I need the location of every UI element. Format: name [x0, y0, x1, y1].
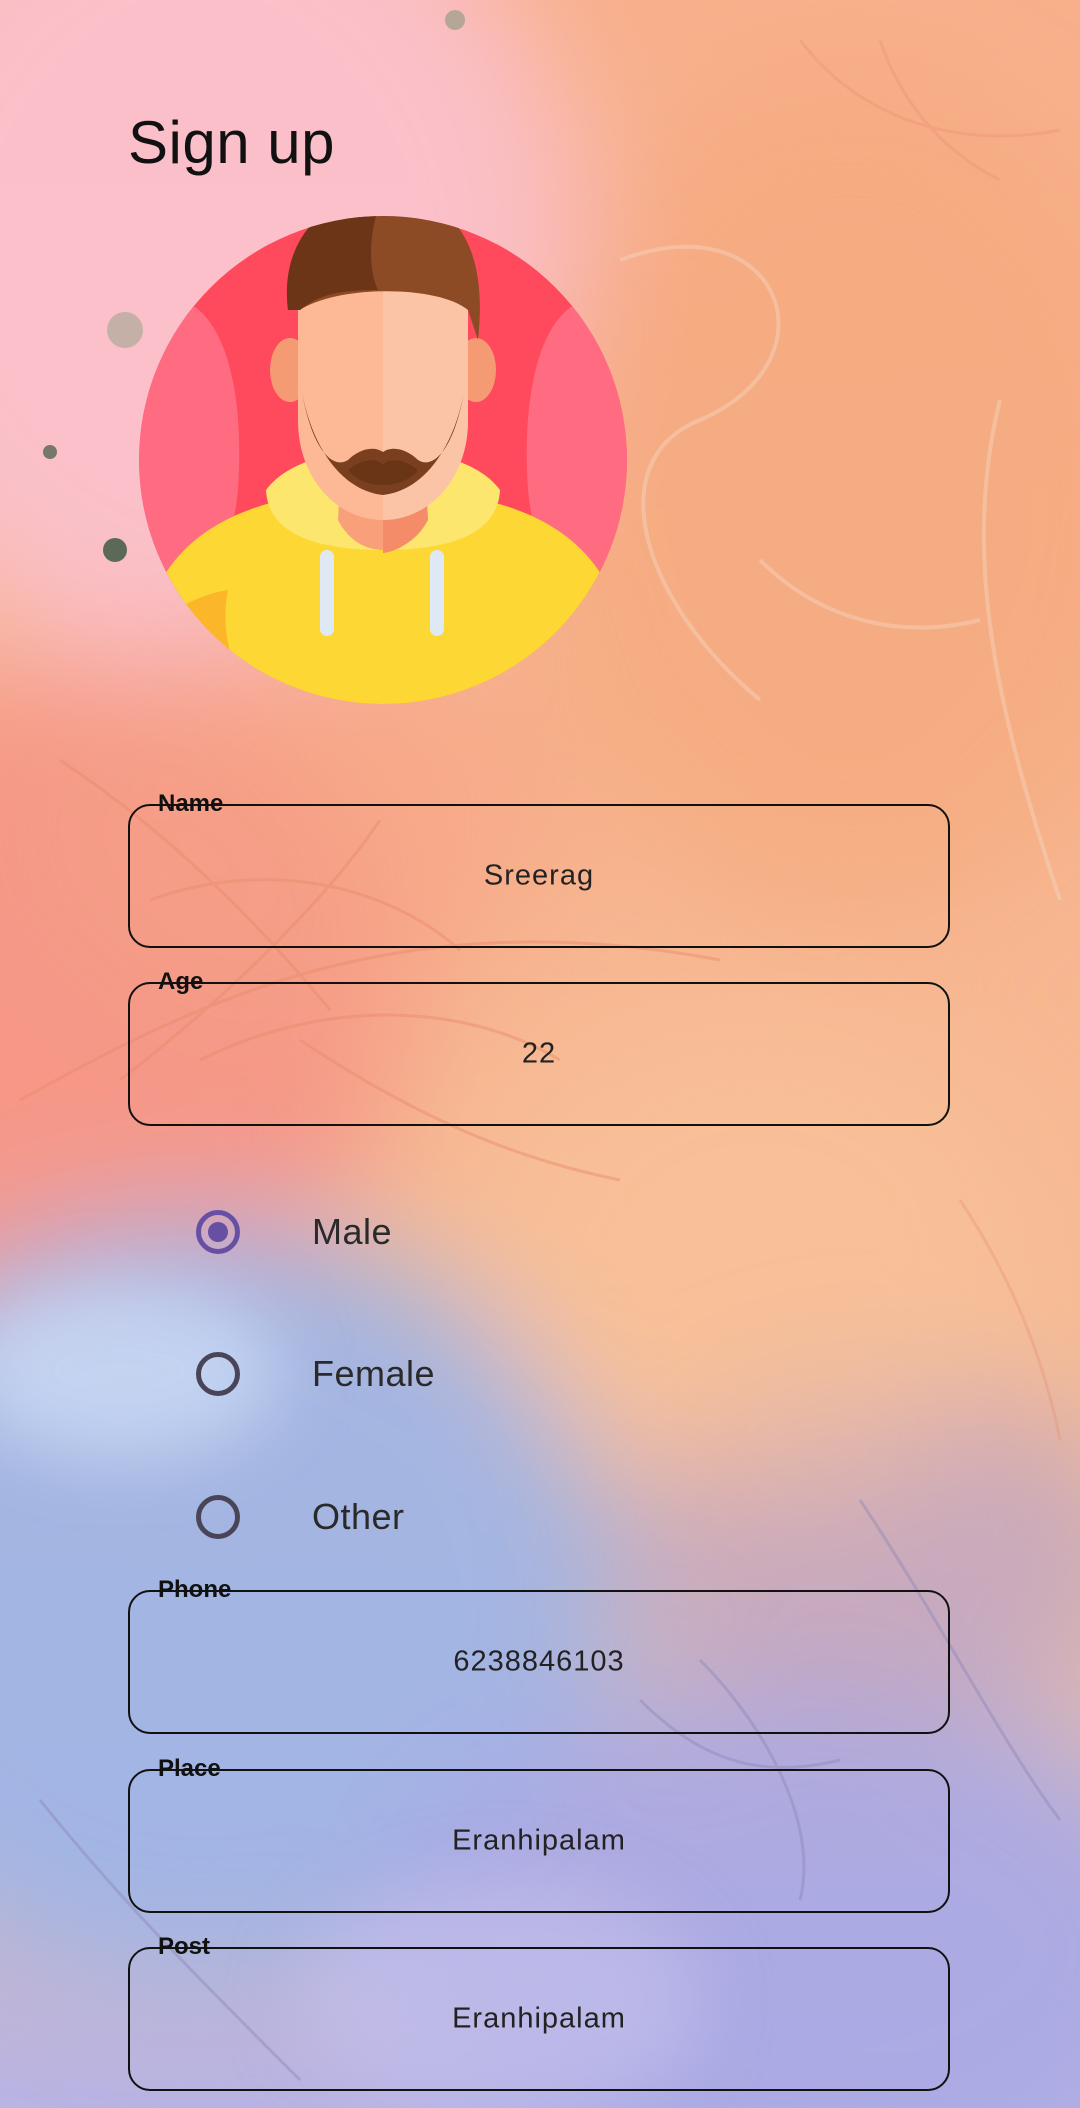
name-value[interactable]: Sreerag: [130, 860, 948, 893]
radio-label-male[interactable]: Male: [312, 1211, 392, 1253]
gender-option-female[interactable]: Female: [196, 1344, 435, 1404]
radio-button-female[interactable]: [196, 1352, 240, 1396]
page-title: Sign up: [128, 109, 335, 176]
post-label: Post: [158, 1933, 211, 1960]
phone-value[interactable]: 6238846103: [130, 1646, 948, 1679]
radio-button-male[interactable]: [196, 1210, 240, 1254]
gender-option-male[interactable]: Male: [196, 1202, 392, 1262]
age-label: Age: [158, 968, 204, 995]
phone-label: Phone: [158, 1576, 232, 1603]
phone-field[interactable]: Phone 6238846103: [128, 1576, 950, 1734]
place-field[interactable]: Place Eranhipalam: [128, 1755, 950, 1913]
avatar[interactable]: [138, 190, 628, 704]
radio-label-other[interactable]: Other: [312, 1496, 405, 1538]
place-value[interactable]: Eranhipalam: [130, 1825, 948, 1858]
name-label: Name: [158, 790, 224, 817]
radio-button-other[interactable]: [196, 1495, 240, 1539]
gender-option-other[interactable]: Other: [196, 1487, 404, 1547]
post-value[interactable]: Eranhipalam: [130, 2003, 948, 2036]
place-label: Place: [158, 1755, 221, 1782]
name-field[interactable]: Name Sreerag: [128, 790, 950, 948]
post-field[interactable]: Post Eranhipalam: [128, 1933, 950, 2091]
radio-label-female[interactable]: Female: [312, 1353, 435, 1395]
age-field[interactable]: Age 22: [128, 968, 950, 1126]
age-value[interactable]: 22: [130, 1038, 948, 1071]
